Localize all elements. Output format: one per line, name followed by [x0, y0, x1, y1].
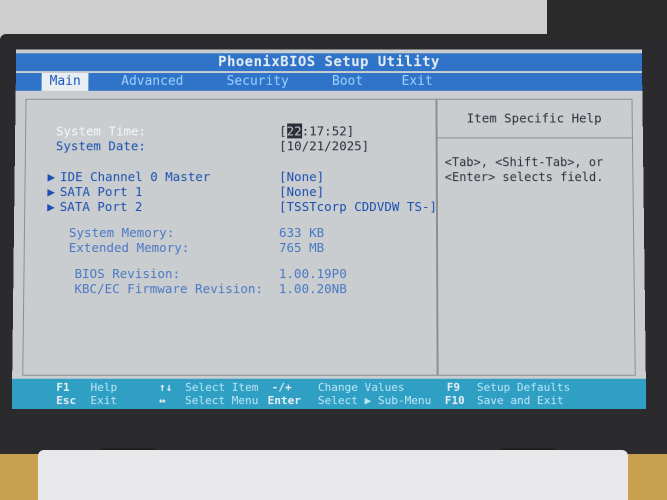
f9-key: F9: [446, 380, 461, 394]
f1-key: F1: [56, 380, 70, 394]
laptop-base: [38, 450, 628, 500]
f10-key: F10: [444, 393, 465, 408]
system-memory-label: System Memory:: [68, 225, 175, 240]
help-title: Item Specific Help: [436, 99, 632, 139]
bios-revision-value: 1.00.19P0: [278, 266, 347, 282]
tab-main[interactable]: Main: [41, 73, 89, 91]
menu-bar: Main Advanced Security Boot Exit: [15, 73, 643, 91]
change-values-text: Change Values: [317, 380, 405, 394]
system-time-field[interactable]: [22:17:52]: [279, 123, 354, 139]
submenu-arrow-icon: ▶: [47, 169, 56, 185]
esc-key: Esc: [56, 393, 77, 408]
select-menu-text: Select Menu: [185, 393, 259, 408]
sata-port-1-value: [None]: [279, 184, 325, 200]
tab-advanced[interactable]: Advanced: [113, 73, 191, 91]
select-item-text: Select Item: [185, 380, 259, 394]
system-time-rest: :17:52: [301, 123, 347, 139]
system-time-label: System Time:: [55, 123, 147, 139]
bios-revision-label: BIOS Revision:: [74, 266, 181, 282]
kbc-ec-firmware-value: 1.00.20NB: [278, 281, 347, 297]
submenu-arrow-icon: ▶: [47, 184, 55, 200]
item-specific-help-pane: Item Specific Help <Tab>, <Shift-Tab>, o…: [435, 98, 636, 376]
select-submenu-text: Select ▶ Sub-Menu: [317, 393, 432, 408]
kbc-ec-firmware-label: KBC/EC Firmware Revision:: [74, 281, 264, 297]
main-settings-pane: System Time: [22:17:52] System Date: [10…: [22, 98, 439, 376]
system-memory-value: 633 KB: [278, 225, 325, 240]
tab-boot[interactable]: Boot: [324, 73, 371, 91]
system-time-hour[interactable]: 22: [286, 123, 302, 139]
ide-channel-0-value: [None]: [279, 169, 325, 185]
submenu-sata-port-2[interactable]: ▶ SATA Port 2: [47, 199, 142, 214]
left-right-key: ↔: [158, 393, 166, 408]
key-legend-bar: F1 Help Esc Exit ↑↓ Select Item ↔ Select…: [11, 378, 647, 410]
up-down-key: ↑↓: [158, 380, 173, 394]
extended-memory-value: 765 MB: [278, 239, 325, 256]
extended-memory-label: Extended Memory:: [68, 239, 190, 256]
esc-exit-text: Exit: [90, 393, 118, 408]
setup-defaults-text: Setup Defaults: [476, 380, 571, 394]
system-date-field[interactable]: [10/21/2025]: [279, 138, 369, 153]
f1-help-text: Help: [90, 380, 118, 394]
bios-title: PhoenixBIOS Setup Utility: [15, 53, 643, 72]
minus-plus-key: -/+: [271, 380, 292, 394]
bios-screen: PhoenixBIOS Setup Utility Main Advanced …: [11, 49, 647, 410]
tab-exit[interactable]: Exit: [394, 73, 441, 91]
submenu-arrow-icon: ▶: [47, 199, 55, 215]
enter-key: Enter: [267, 393, 301, 408]
submenu-sata-port-1[interactable]: ▶ SATA Port 1: [47, 184, 142, 199]
submenu-ide-channel-0[interactable]: ▶ IDE Channel 0 Master: [47, 169, 210, 184]
tab-security[interactable]: Security: [219, 73, 297, 91]
sata-port-2-value: [TSSTcorp CDDVDW TS-]: [279, 199, 437, 215]
save-and-exit-text: Save and Exit: [476, 393, 564, 408]
system-date-label: System Date:: [55, 138, 146, 154]
help-text: <Tab>, <Shift-Tab>, or <Enter> selects f…: [444, 155, 604, 185]
